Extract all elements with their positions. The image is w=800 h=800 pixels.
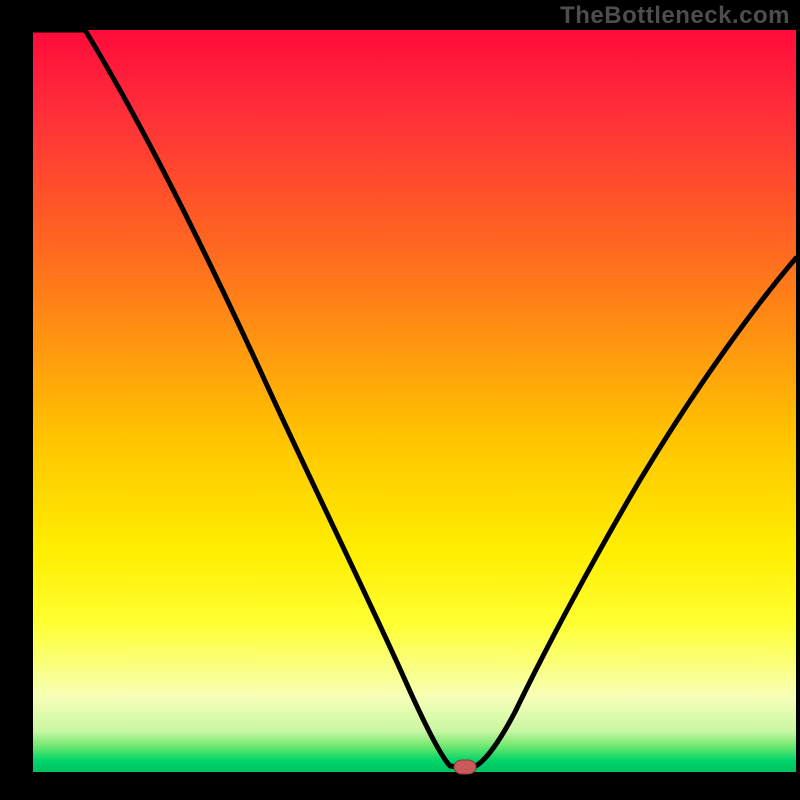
watermark-text: TheBottleneck.com: [560, 2, 790, 30]
optimal-point-marker: [454, 760, 476, 774]
chart-container: { "watermark": "TheBottleneck.com", "col…: [0, 0, 800, 800]
chart-svg: [0, 0, 800, 800]
